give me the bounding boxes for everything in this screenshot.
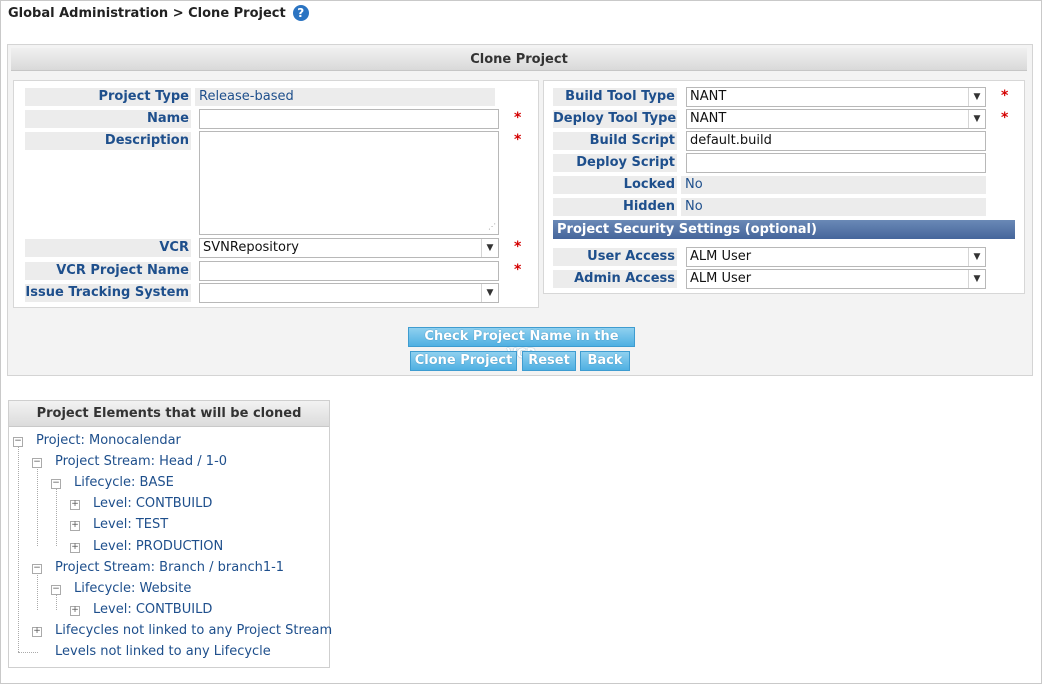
deploy-tool-type-label: Deploy Tool Type bbox=[553, 110, 677, 128]
tree-connector bbox=[56, 487, 57, 546]
admin-access-select[interactable]: ALM User ▼ bbox=[686, 269, 986, 289]
breadcrumb: Global Administration > Clone Project ? bbox=[8, 5, 309, 21]
build-settings-box: Build Tool Type NANT ▼ * Deploy Tool Typ… bbox=[543, 80, 1025, 294]
locked-label: Locked bbox=[553, 176, 677, 194]
collapse-icon[interactable]: − bbox=[51, 479, 61, 489]
clone-project-button[interactable]: Clone Project bbox=[410, 351, 517, 371]
chevron-down-icon[interactable]: ▼ bbox=[481, 239, 498, 257]
tree-connector bbox=[37, 466, 38, 546]
deploy-tool-type-value: NANT bbox=[690, 111, 727, 126]
help-icon[interactable]: ? bbox=[292, 5, 309, 21]
issue-tracking-label: Issue Tracking System bbox=[25, 284, 191, 302]
tree-node-unlinked-lifecycles[interactable]: Lifecycles not linked to any Project Str… bbox=[55, 622, 332, 640]
description-textarea[interactable] bbox=[199, 131, 499, 235]
deploy-tool-required-marker: * bbox=[1001, 110, 1009, 126]
check-project-name-button[interactable]: Check Project Name in the VCR bbox=[408, 327, 635, 362]
tree-node-stream[interactable]: Project Stream: Branch / branch1-1 bbox=[55, 559, 284, 577]
vcr-project-name-input[interactable] bbox=[199, 261, 499, 281]
tree-connector bbox=[18, 445, 19, 652]
expand-icon[interactable]: + bbox=[70, 500, 80, 510]
chevron-down-icon[interactable]: ▼ bbox=[968, 270, 985, 288]
tree-connector bbox=[37, 572, 38, 610]
name-label: Name bbox=[25, 110, 191, 128]
user-access-label: User Access bbox=[553, 248, 677, 266]
breadcrumb-text: Global Administration > Clone Project bbox=[8, 5, 286, 21]
tree-panel-title: Project Elements that will be cloned bbox=[9, 401, 329, 427]
tree-connector bbox=[18, 652, 38, 653]
vcr-project-name-required-marker: * bbox=[514, 262, 522, 278]
description-required-marker: * bbox=[514, 132, 522, 148]
chevron-down-icon[interactable]: ▼ bbox=[968, 110, 985, 128]
vcr-project-name-label: VCR Project Name bbox=[25, 262, 191, 280]
reset-button[interactable]: Reset bbox=[522, 351, 576, 371]
build-tool-type-value: NANT bbox=[690, 89, 727, 104]
collapse-icon[interactable]: − bbox=[32, 458, 42, 468]
build-tool-required-marker: * bbox=[1001, 88, 1009, 104]
chevron-down-icon[interactable]: ▼ bbox=[968, 248, 985, 266]
general-settings-box: Project Type Release-based Name * Descri… bbox=[13, 80, 539, 308]
expand-icon[interactable]: + bbox=[32, 627, 42, 637]
issue-tracking-select[interactable]: ▼ bbox=[199, 283, 499, 303]
build-tool-type-select[interactable]: NANT ▼ bbox=[686, 87, 986, 107]
admin-access-value: ALM User bbox=[690, 271, 752, 286]
tree-node-level[interactable]: Level: CONTBUILD bbox=[93, 495, 212, 513]
tree-node-unlinked-levels[interactable]: Levels not linked to any Lifecycle bbox=[55, 643, 271, 661]
user-access-value: ALM User bbox=[690, 249, 752, 264]
name-input[interactable] bbox=[199, 109, 499, 129]
vcr-required-marker: * bbox=[514, 239, 522, 255]
collapse-icon[interactable]: − bbox=[51, 585, 61, 595]
hidden-label: Hidden bbox=[553, 198, 677, 216]
clone-project-panel: Clone Project Project Type Release-based… bbox=[7, 44, 1033, 376]
collapse-icon[interactable]: − bbox=[13, 437, 23, 447]
tree-node-lifecycle[interactable]: Lifecycle: BASE bbox=[74, 474, 174, 492]
deploy-script-label: Deploy Script bbox=[553, 154, 677, 172]
expand-icon[interactable]: + bbox=[70, 521, 80, 531]
vcr-select-value: SVNRepository bbox=[203, 240, 299, 255]
tree-node-lifecycle[interactable]: Lifecycle: Website bbox=[74, 580, 191, 598]
clone-elements-tree-panel: Project Elements that will be cloned − −… bbox=[8, 400, 332, 668]
tree-node-level[interactable]: Level: TEST bbox=[93, 516, 168, 534]
textarea-resize-icon[interactable]: ⋰ bbox=[488, 222, 496, 231]
tree-node-level[interactable]: Level: PRODUCTION bbox=[93, 538, 223, 556]
expand-icon[interactable]: + bbox=[70, 606, 80, 616]
deploy-script-input[interactable] bbox=[686, 153, 986, 173]
admin-access-label: Admin Access bbox=[553, 270, 677, 288]
tree-node-stream[interactable]: Project Stream: Head / 1-0 bbox=[55, 453, 227, 471]
tree-connector bbox=[56, 593, 57, 610]
vcr-select[interactable]: SVNRepository ▼ bbox=[199, 238, 499, 258]
tree-node-level[interactable]: Level: CONTBUILD bbox=[93, 601, 212, 619]
locked-value: No bbox=[681, 176, 986, 194]
hidden-value: No bbox=[681, 198, 986, 216]
project-type-value: Release-based bbox=[195, 88, 495, 106]
chevron-down-icon[interactable]: ▼ bbox=[968, 88, 985, 106]
back-button[interactable]: Back bbox=[580, 351, 630, 371]
collapse-icon[interactable]: − bbox=[32, 564, 42, 574]
user-access-select[interactable]: ALM User ▼ bbox=[686, 247, 986, 267]
project-type-label: Project Type bbox=[25, 88, 191, 106]
build-script-input[interactable]: default.build bbox=[686, 131, 986, 151]
vcr-label: VCR bbox=[25, 239, 191, 257]
panel-title: Clone Project bbox=[11, 48, 1027, 71]
tree-node-project[interactable]: Project: Monocalendar bbox=[36, 432, 181, 450]
build-tool-type-label: Build Tool Type bbox=[553, 88, 677, 106]
chevron-down-icon[interactable]: ▼ bbox=[481, 284, 498, 302]
deploy-tool-type-select[interactable]: NANT ▼ bbox=[686, 109, 986, 129]
security-section-header: Project Security Settings (optional) bbox=[553, 220, 1015, 239]
expand-icon[interactable]: + bbox=[70, 543, 80, 553]
build-script-label: Build Script bbox=[553, 132, 677, 150]
name-required-marker: * bbox=[514, 110, 522, 126]
description-label: Description bbox=[25, 132, 191, 150]
